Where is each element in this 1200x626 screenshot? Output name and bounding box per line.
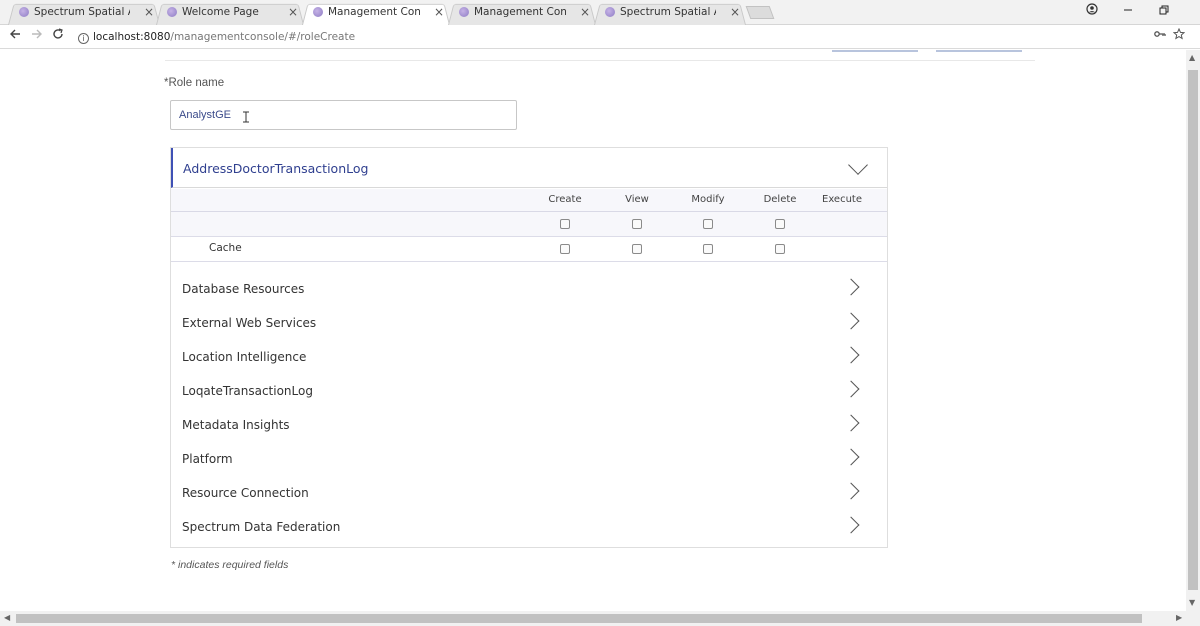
page-content: *Role name AddressDoctorTransactionLog C… <box>0 50 1186 611</box>
key-icon[interactable] <box>1154 28 1166 42</box>
header-divider <box>165 60 1035 61</box>
header-button-edge[interactable] <box>832 50 918 52</box>
chevron-right-icon[interactable] <box>842 278 860 296</box>
chevron-right-icon[interactable] <box>842 448 860 466</box>
favicon-icon <box>605 7 615 17</box>
chevron-right-icon[interactable] <box>842 312 860 330</box>
forward-button[interactable] <box>28 27 46 47</box>
section-title: AddressDoctorTransactionLog <box>183 161 369 176</box>
tab-close-icon[interactable]: × <box>288 2 298 23</box>
tab-close-icon[interactable]: × <box>580 2 590 23</box>
tab-close-icon[interactable]: × <box>144 2 154 23</box>
permission-row <box>171 212 887 237</box>
permission-row-cache: Cache <box>171 237 887 262</box>
scroll-up-icon[interactable]: ▲ <box>1189 53 1195 62</box>
column-header-create: Create <box>548 194 582 205</box>
back-button[interactable] <box>6 27 24 47</box>
section-label: External Web Services <box>182 316 317 330</box>
tab-management-console-active[interactable]: Management Console × <box>302 2 450 25</box>
column-header-delete: Delete <box>763 194 797 205</box>
scroll-left-icon[interactable]: ◀ <box>4 613 10 622</box>
view-checkbox[interactable] <box>632 219 642 229</box>
scroll-right-icon[interactable]: ▶ <box>1176 613 1182 622</box>
modify-checkbox[interactable] <box>703 219 713 229</box>
permissions-panel: AddressDoctorTransactionLog Create View … <box>170 147 888 548</box>
chevron-right-icon[interactable] <box>842 516 860 534</box>
column-header-modify: Modify <box>691 194 725 205</box>
favicon-icon <box>19 7 29 17</box>
create-checkbox[interactable] <box>560 219 570 229</box>
arrow-right-icon <box>32 29 42 39</box>
section-external-web-services[interactable]: External Web Services <box>171 306 887 340</box>
column-header-execute: Execute <box>822 194 862 205</box>
favicon-icon <box>167 7 177 17</box>
profile-icon[interactable] <box>1074 0 1110 24</box>
section-label: Location Intelligence <box>182 350 307 364</box>
favicon-icon <box>459 7 469 17</box>
section-spectrum-data-federation[interactable]: Spectrum Data Federation <box>171 510 887 544</box>
column-header-view: View <box>625 194 649 205</box>
header-button-edge[interactable] <box>936 50 1022 52</box>
section-metadata-insights[interactable]: Metadata Insights <box>171 408 887 442</box>
section-header-address-doctor[interactable]: AddressDoctorTransactionLog <box>171 148 887 188</box>
tab-close-icon[interactable]: × <box>730 2 740 23</box>
horizontal-scrollbar[interactable]: ◀ ▶ <box>0 611 1200 626</box>
horizontal-scroll-thumb[interactable] <box>16 614 1142 623</box>
chevron-right-icon[interactable] <box>842 482 860 500</box>
tab-label: Welcome Page <box>182 6 259 18</box>
arrow-left-icon <box>10 29 20 39</box>
reload-button[interactable] <box>49 27 67 47</box>
tab-management-console[interactable]: Management Console × <box>448 2 596 25</box>
tab-welcome-page[interactable]: Welcome Page × <box>156 2 304 25</box>
section-label: Metadata Insights <box>182 418 290 432</box>
chevron-right-icon[interactable] <box>842 380 860 398</box>
section-database-resources[interactable]: Database Resources <box>171 272 887 306</box>
star-icon[interactable] <box>1172 27 1186 43</box>
tab-label: Spectrum Spatial Analyst <box>620 6 716 18</box>
row-label: Cache <box>209 242 242 254</box>
info-icon[interactable]: i <box>78 33 89 44</box>
chevron-down-icon[interactable] <box>848 155 868 175</box>
new-tab-button[interactable] <box>745 6 775 19</box>
vertical-scrollbar[interactable]: ▲ ▼ <box>1186 50 1200 611</box>
address-bar[interactable]: i localhost:8080/managementconsole/#/role… <box>72 27 1172 47</box>
role-name-label: *Role name <box>164 77 225 89</box>
tab-close-icon[interactable]: × <box>434 2 444 23</box>
section-location-intelligence[interactable]: Location Intelligence <box>171 340 887 374</box>
vertical-scroll-thumb[interactable] <box>1188 70 1198 590</box>
create-checkbox[interactable] <box>560 244 570 254</box>
role-name-input[interactable] <box>170 100 517 130</box>
section-label: Database Resources <box>182 282 305 296</box>
chevron-right-icon[interactable] <box>842 346 860 364</box>
delete-checkbox[interactable] <box>775 244 785 254</box>
section-platform[interactable]: Platform <box>171 442 887 476</box>
delete-checkbox[interactable] <box>775 219 785 229</box>
section-label: Spectrum Data Federation <box>182 520 341 534</box>
view-checkbox[interactable] <box>632 244 642 254</box>
tab-spectrum-spatial-analyst-1[interactable]: Spectrum Spatial Analyst × <box>8 2 160 25</box>
browser-tab-strip: Spectrum Spatial Analyst × Welcome Page … <box>0 0 1200 25</box>
url-host: localhost:8080 <box>93 31 171 43</box>
text-cursor-icon <box>242 111 250 126</box>
section-loqate-transaction-log[interactable]: LoqateTransactionLog <box>171 374 887 408</box>
favicon-icon <box>313 7 323 17</box>
modify-checkbox[interactable] <box>703 244 713 254</box>
section-resource-connection[interactable]: Resource Connection <box>171 476 887 510</box>
tab-label: Management Console <box>328 6 420 18</box>
section-label: Resource Connection <box>182 486 309 500</box>
tab-spectrum-spatial-analyst-2[interactable]: Spectrum Spatial Analyst × <box>594 2 746 25</box>
reload-icon <box>53 28 63 39</box>
url-path: /managementconsole/#/roleCreate <box>170 31 356 43</box>
minimize-button[interactable] <box>1110 0 1146 24</box>
tab-label: Management Console <box>474 6 566 18</box>
section-label: Platform <box>182 452 233 466</box>
permissions-grid-header: Create View Modify Delete Execute <box>171 189 887 212</box>
section-label: LoqateTransactionLog <box>182 384 313 398</box>
restore-button[interactable] <box>1146 0 1182 24</box>
browser-toolbar: i localhost:8080/managementconsole/#/role… <box>0 25 1200 49</box>
scroll-down-icon[interactable]: ▼ <box>1189 598 1195 607</box>
required-fields-note: * indicates required fields <box>171 559 289 571</box>
chevron-right-icon[interactable] <box>842 414 860 432</box>
tab-label: Spectrum Spatial Analyst <box>34 6 130 18</box>
